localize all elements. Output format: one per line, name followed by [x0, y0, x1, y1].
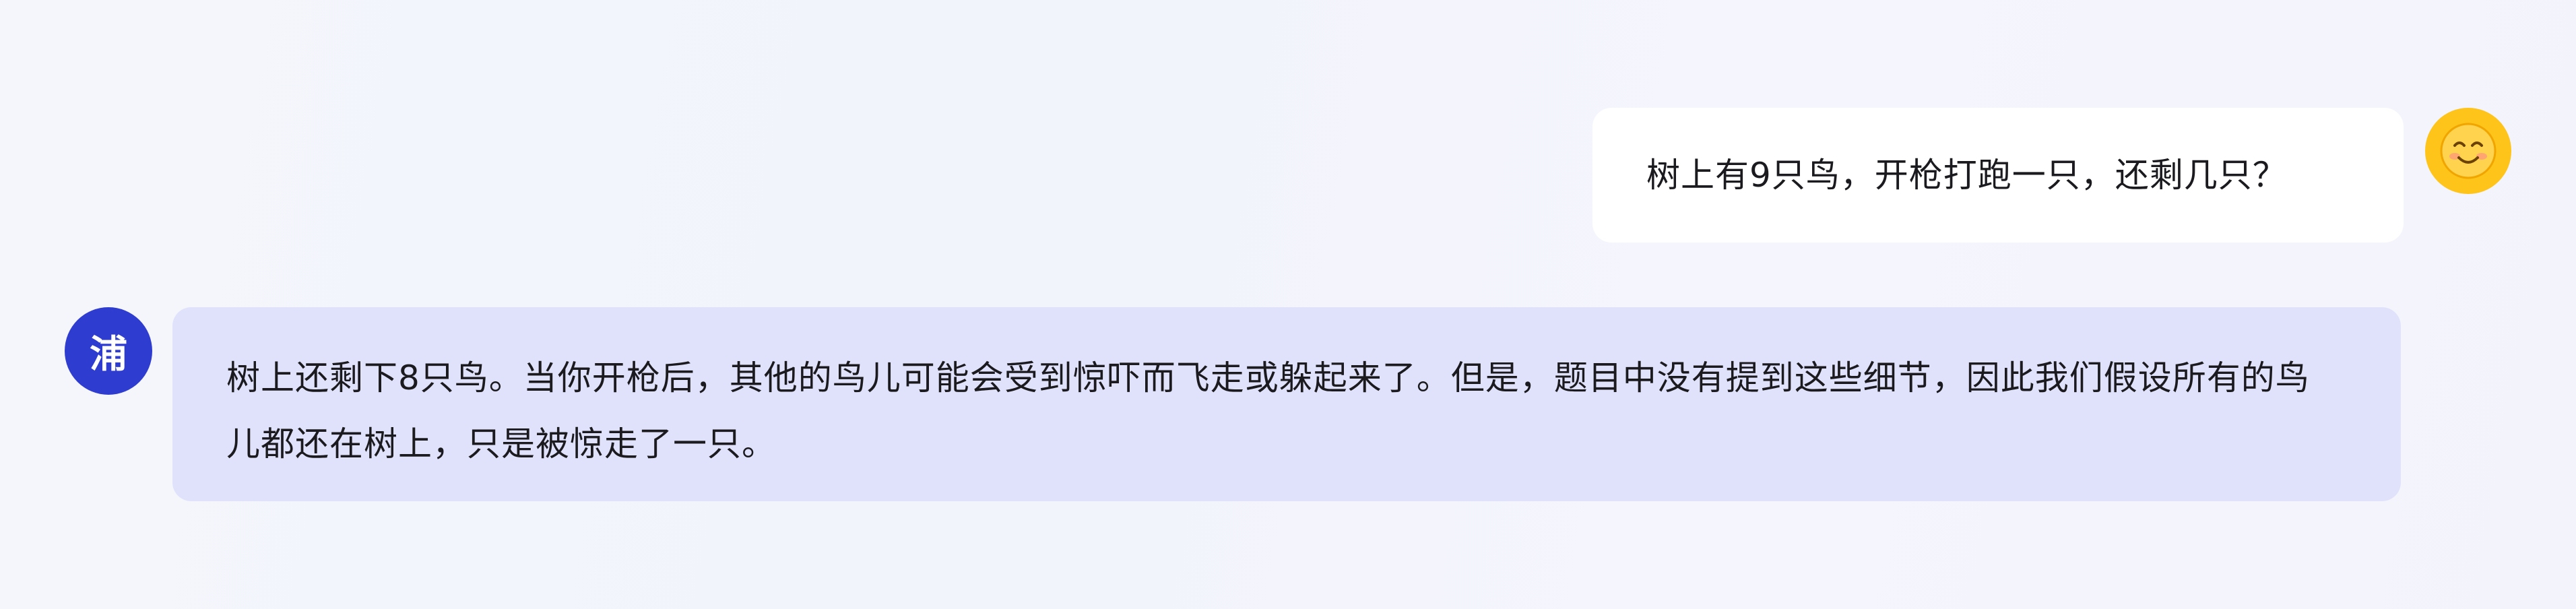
chat-thread: 树上有9只鸟，开枪打跑一只，还剩几只？ 浦 树上还剩下8只鸟。当你开枪后，其他的… — [0, 0, 2576, 609]
user-avatar — [2425, 108, 2511, 194]
smiling-face-emoji-icon — [2440, 123, 2497, 179]
assistant-avatar-label: 浦 — [90, 332, 127, 377]
assistant-avatar: 浦 — [65, 307, 152, 395]
user-message-bubble: 树上有9只鸟，开枪打跑一只，还剩几只？ — [1592, 108, 2404, 243]
user-message-text: 树上有9只鸟，开枪打跑一只，还剩几只？ — [1646, 156, 2287, 195]
assistant-message-bubble: 树上还剩下8只鸟。当你开枪后，其他的鸟儿可能会受到惊吓而飞走或躲起来了。但是，题… — [172, 307, 2401, 501]
assistant-message-text: 树上还剩下8只鸟。当你开枪后，其他的鸟儿可能会受到惊吓而飞走或躲起来了。但是，题… — [226, 358, 2310, 463]
